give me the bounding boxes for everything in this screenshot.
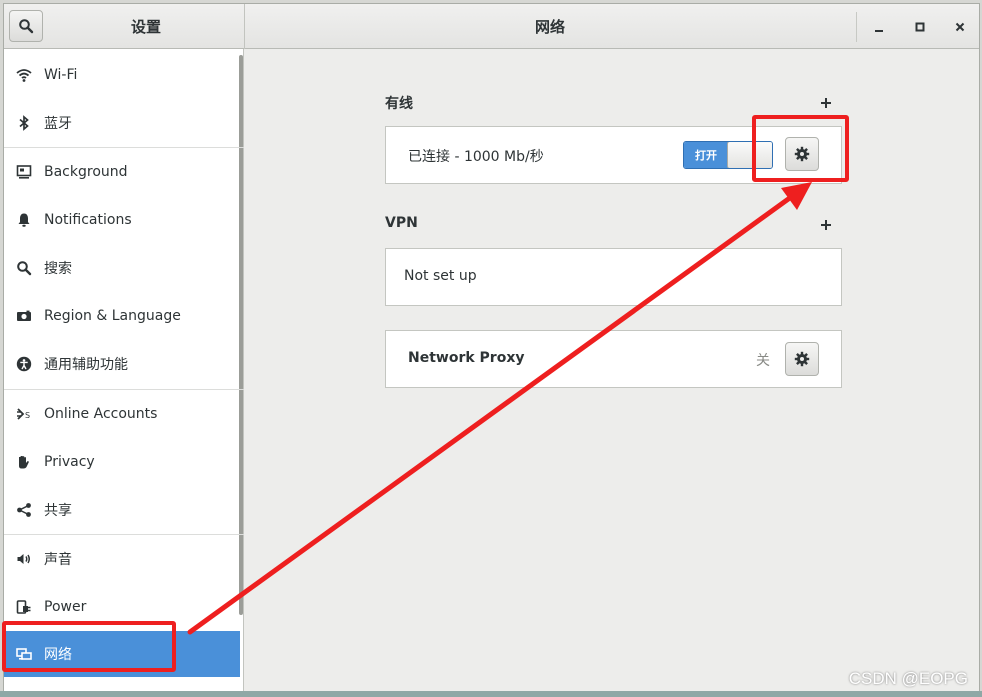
annotation-arrow [187, 182, 812, 635]
watermark: CSDN @EOPG [848, 669, 968, 688]
